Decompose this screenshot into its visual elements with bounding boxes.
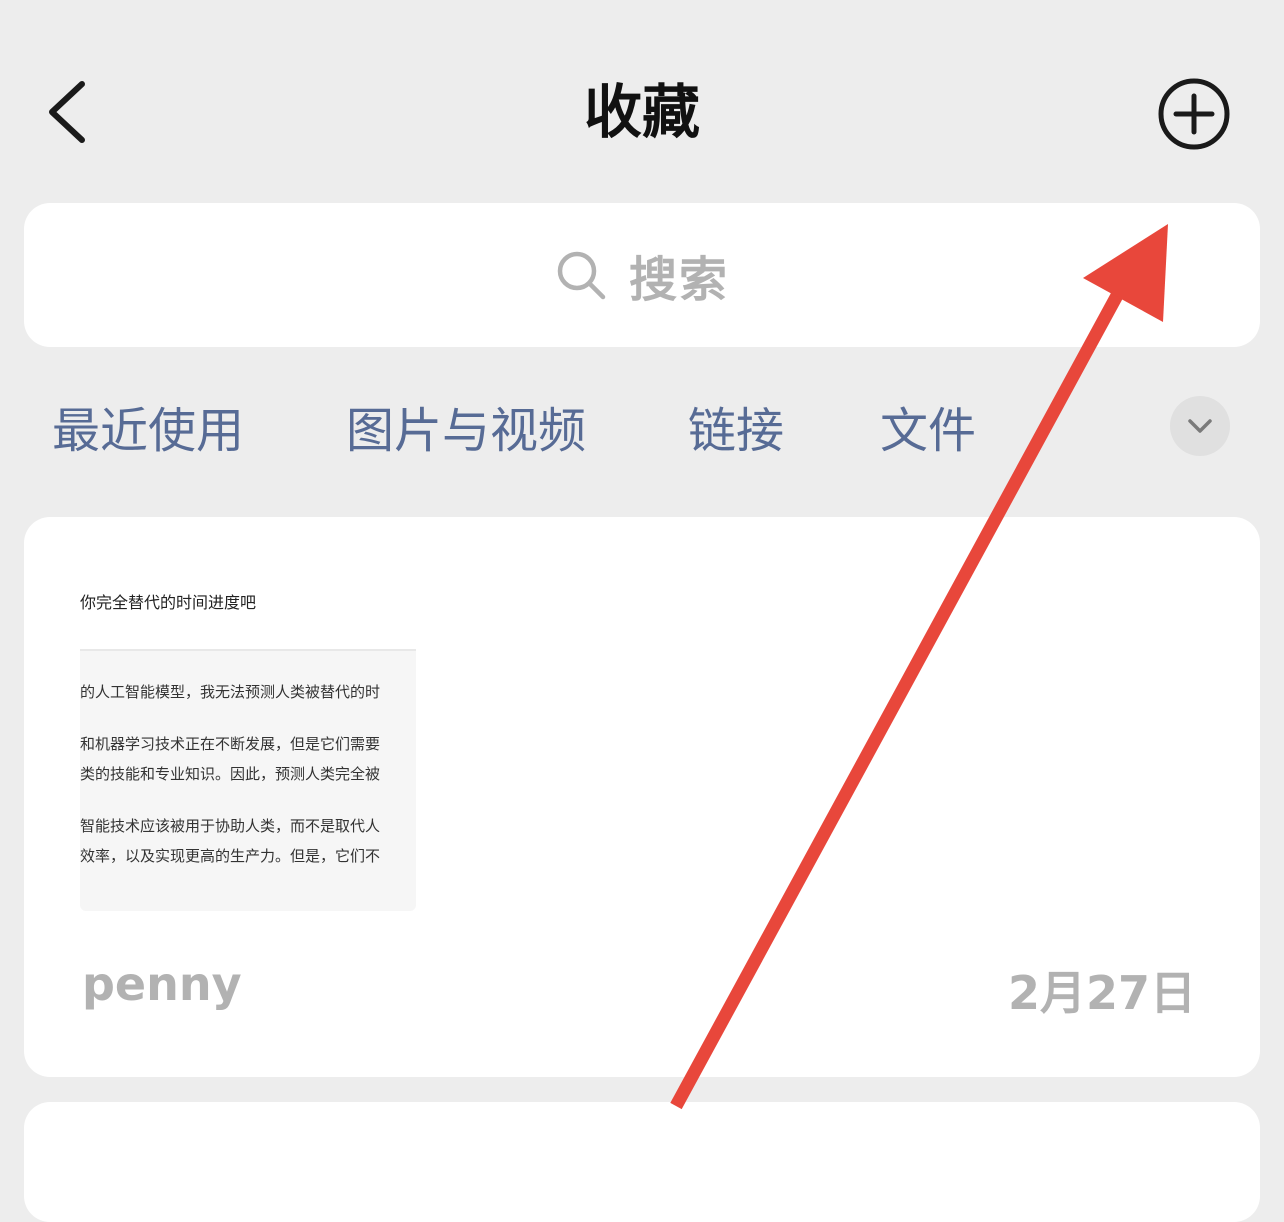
- thumbnail-line: 类的技能和专业知识。因此，预测人类完全被: [80, 765, 381, 783]
- search-bar[interactable]: 搜索: [24, 203, 1260, 347]
- search-placeholder: 搜索: [628, 252, 729, 308]
- tab-recent[interactable]: 最近使用: [52, 396, 244, 466]
- thumbnail-body: 的人工智能模型，我无法预测人类被替代的时 和机器学习技术正在不断发展，但是它们需…: [80, 649, 416, 911]
- thumbnail-line: 和机器学习技术正在不断发展，但是它们需要: [80, 735, 381, 753]
- thumbnail-line: 效率，以及实现更高的生产力。但是，它们不: [80, 847, 381, 865]
- search-content: 搜索: [555, 240, 729, 310]
- add-favorite-button[interactable]: [1154, 74, 1234, 154]
- nav-bar: 收藏: [0, 0, 1284, 200]
- tab-files[interactable]: 文件: [880, 396, 976, 466]
- thumbnail-line: 的人工智能模型，我无法预测人类被替代的时: [80, 683, 381, 701]
- thumbnail-line: 智能技术应该被用于协助人类，而不是取代人: [80, 817, 381, 835]
- expand-categories-button[interactable]: [1170, 396, 1230, 456]
- search-icon: [557, 251, 606, 300]
- tab-images-videos[interactable]: 图片与视频: [346, 396, 586, 466]
- favorite-item-partial[interactable]: [24, 1102, 1260, 1222]
- page-title: 收藏: [583, 78, 700, 146]
- favorite-item[interactable]: 你完全替代的时间进度吧 的人工智能模型，我无法预测人类被替代的时 和机器学习技术…: [24, 517, 1260, 1077]
- favorite-thumbnail: 你完全替代的时间进度吧 的人工智能模型，我无法预测人类被替代的时 和机器学习技术…: [80, 577, 420, 913]
- thumbnail-title: 你完全替代的时间进度吧: [80, 593, 257, 612]
- plus-circle-icon: [1158, 78, 1230, 150]
- favorite-author: penny: [82, 957, 242, 1011]
- tab-links[interactable]: 链接: [688, 396, 784, 466]
- chevron-down-icon: [1188, 419, 1212, 433]
- category-filter-bar: 最近使用 图片与视频 链接 文件: [0, 390, 1284, 470]
- favorite-date: 2月27日: [1007, 966, 1196, 1020]
